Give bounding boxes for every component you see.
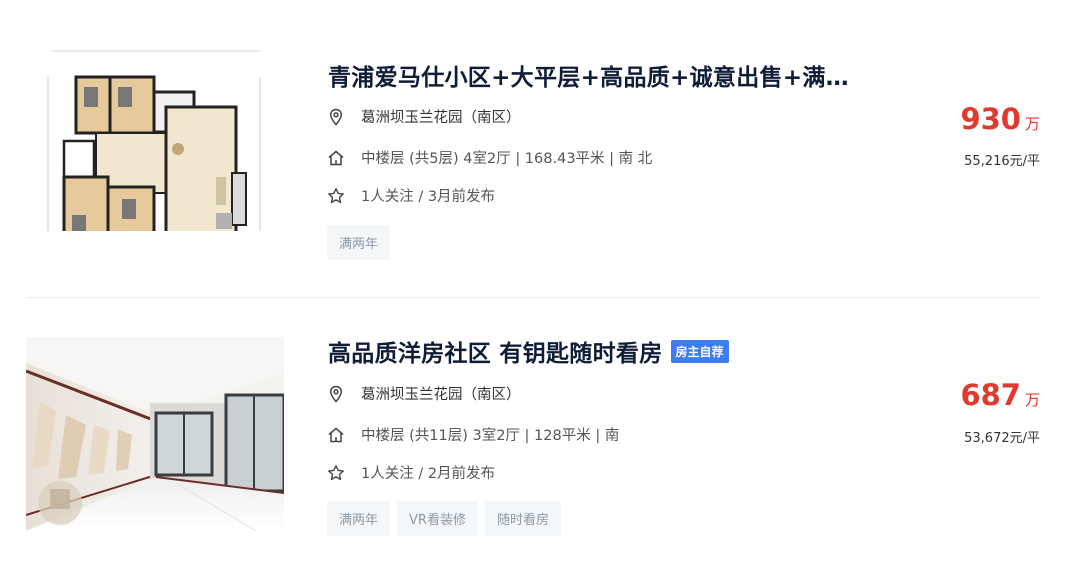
star-icon (327, 187, 345, 205)
house-info-row: 中楼层 (共5层) 4室2厅 | 168.43平米 | 南 北 (327, 147, 652, 168)
follow-row: 1人关注 / 2月前发布 (327, 462, 495, 483)
tag: 随时看房 (484, 501, 561, 536)
listing-card[interactable]: 青浦爱马仕小区+大平层+高品质+诚意出售+满… 葛洲坝玉兰花园（南区） 中楼层 … (0, 20, 1080, 260)
interior-photo-image[interactable] (26, 337, 284, 531)
listing-title[interactable]: 青浦爱马仕小区+大平层+高品质+诚意出售+满… (328, 58, 849, 92)
address-row: 葛洲坝玉兰花园（南区） (327, 106, 521, 127)
star-icon (327, 464, 345, 482)
price-total: 687 万 (960, 378, 1040, 412)
tag: 满两年 (327, 501, 391, 536)
tag: VR看装修 (397, 501, 478, 536)
floor-plan-image[interactable] (26, 37, 284, 231)
follow-text: 1人关注 / 3月前发布 (361, 189, 496, 205)
house-info-row: 中楼层 (共11层) 3室2厅 | 128平米 | 南 (327, 424, 619, 445)
divider (26, 297, 1040, 298)
house-info-text: 中楼层 (共5层) 4室2厅 | 168.43平米 | 南 北 (361, 151, 653, 167)
address-row: 葛洲坝玉兰花园（南区） (327, 383, 521, 404)
price-total-unit: 万 (1024, 115, 1040, 133)
tag-list: 满两年 VR看装修 随时看房 (327, 501, 568, 536)
unit-price: 53,672元/平 (964, 431, 1040, 446)
follow-text: 1人关注 / 2月前发布 (361, 466, 496, 482)
price-total-unit: 万 (1024, 391, 1040, 409)
price-total-value: 930 (960, 102, 1021, 136)
price-total: 930 万 (960, 102, 1040, 136)
owner-recommend-badge: 房主自荐 (670, 339, 729, 363)
location-pin-icon (327, 385, 345, 403)
address-link[interactable]: 葛洲坝玉兰花园（南区） (361, 383, 521, 404)
location-pin-icon (327, 108, 345, 126)
house-info-text: 中楼层 (共11层) 3室2厅 | 128平米 | 南 (361, 428, 620, 444)
address-link[interactable]: 葛洲坝玉兰花园（南区） (361, 106, 521, 127)
house-icon (327, 149, 345, 167)
listing-card[interactable]: 高品质洋房社区 有钥匙随时看房 房主自荐 葛洲坝玉兰花园（南区） 中楼层 (共1… (0, 300, 1080, 540)
follow-row: 1人关注 / 3月前发布 (327, 185, 495, 206)
listing-title[interactable]: 高品质洋房社区 有钥匙随时看房 (328, 334, 663, 368)
tag-list: 满两年 (327, 225, 397, 260)
unit-price: 55,216元/平 (964, 154, 1040, 169)
tag: 满两年 (327, 225, 391, 260)
house-icon (327, 426, 345, 444)
price-total-value: 687 (960, 378, 1021, 412)
